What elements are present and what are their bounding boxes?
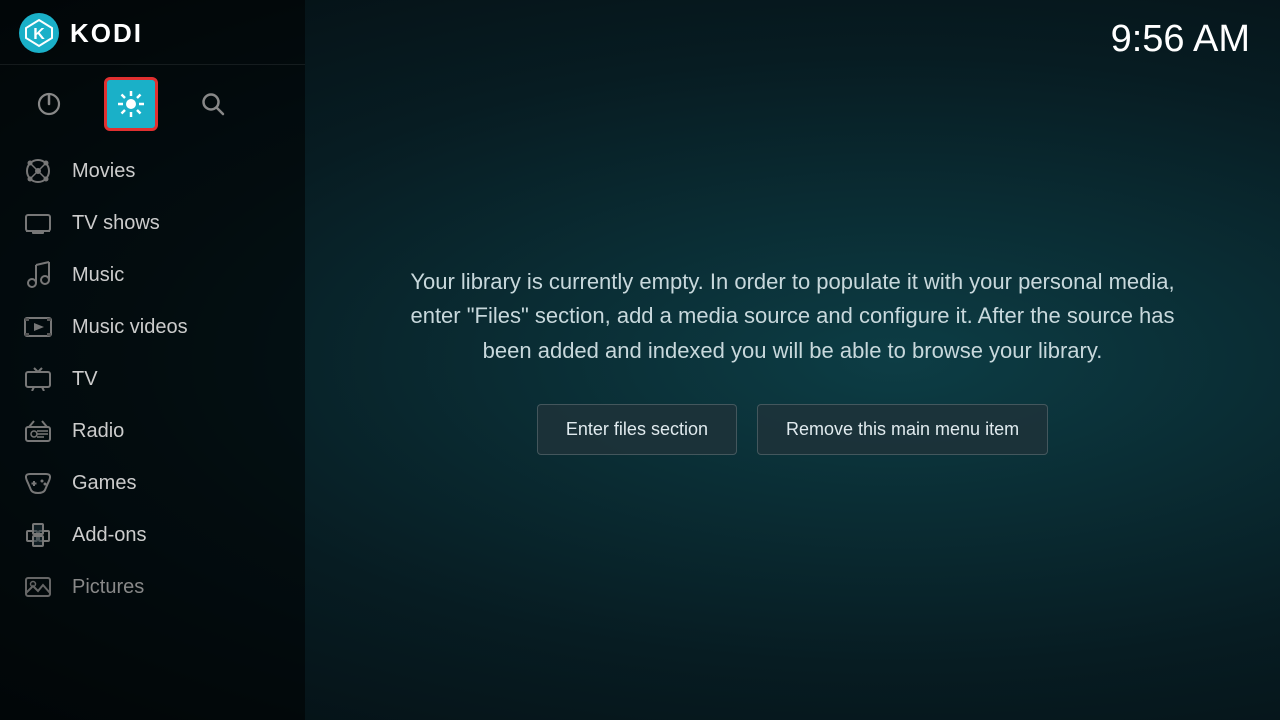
power-button[interactable]: [22, 77, 76, 131]
music-videos-icon: [22, 311, 54, 343]
empty-library-text: Your library is currently empty. In orde…: [393, 265, 1193, 367]
sidebar-item-games[interactable]: Games: [0, 457, 305, 509]
tvshows-icon: [22, 207, 54, 239]
svg-text:K: K: [33, 26, 45, 43]
tv-label: TV: [72, 368, 98, 391]
sidebar-item-radio[interactable]: Radio: [0, 405, 305, 457]
remove-menu-item-button[interactable]: Remove this main menu item: [757, 404, 1048, 455]
pictures-icon: [22, 571, 54, 603]
radio-label: Radio: [72, 420, 124, 443]
kodi-logo: K KODI: [18, 12, 143, 54]
main-content: Your library is currently empty. In orde…: [305, 0, 1280, 720]
action-buttons: Enter files section Remove this main men…: [393, 404, 1193, 455]
power-icon: [36, 91, 62, 117]
addons-label: Add-ons: [72, 524, 147, 547]
movies-label: Movies: [72, 160, 135, 183]
nav-list: Movies TV shows: [0, 145, 305, 720]
radio-icon: [22, 415, 54, 447]
sidebar-item-tvshows[interactable]: TV shows: [0, 197, 305, 249]
tv-icon: [22, 363, 54, 395]
search-button[interactable]: [186, 77, 240, 131]
music-videos-label: Music videos: [72, 316, 188, 339]
pictures-label: Pictures: [72, 576, 144, 599]
sidebar-item-addons[interactable]: Add-ons: [0, 509, 305, 561]
movies-icon: [22, 155, 54, 187]
sidebar-item-pictures[interactable]: Pictures: [0, 561, 305, 613]
kodi-logo-icon: K: [18, 12, 60, 54]
sidebar-item-movies[interactable]: Movies: [0, 145, 305, 197]
sidebar: K KODI: [0, 0, 305, 720]
search-icon: [200, 91, 226, 117]
kodi-wordmark: KODI: [70, 18, 143, 49]
sidebar-item-tv[interactable]: TV: [0, 353, 305, 405]
addons-icon: [22, 519, 54, 551]
sidebar-item-music-videos[interactable]: Music videos: [0, 301, 305, 353]
sidebar-item-music[interactable]: Music: [0, 249, 305, 301]
games-label: Games: [72, 472, 136, 495]
settings-button[interactable]: [104, 77, 158, 131]
settings-icon: [116, 89, 146, 119]
sidebar-header: K KODI: [0, 0, 305, 65]
clock: 9:56 AM: [1111, 18, 1250, 61]
library-message-container: Your library is currently empty. In orde…: [353, 265, 1233, 454]
music-label: Music: [72, 264, 124, 287]
tvshows-label: TV shows: [72, 212, 160, 235]
music-icon: [22, 259, 54, 291]
games-icon: [22, 467, 54, 499]
top-icon-bar: [0, 65, 305, 145]
enter-files-button[interactable]: Enter files section: [537, 404, 737, 455]
